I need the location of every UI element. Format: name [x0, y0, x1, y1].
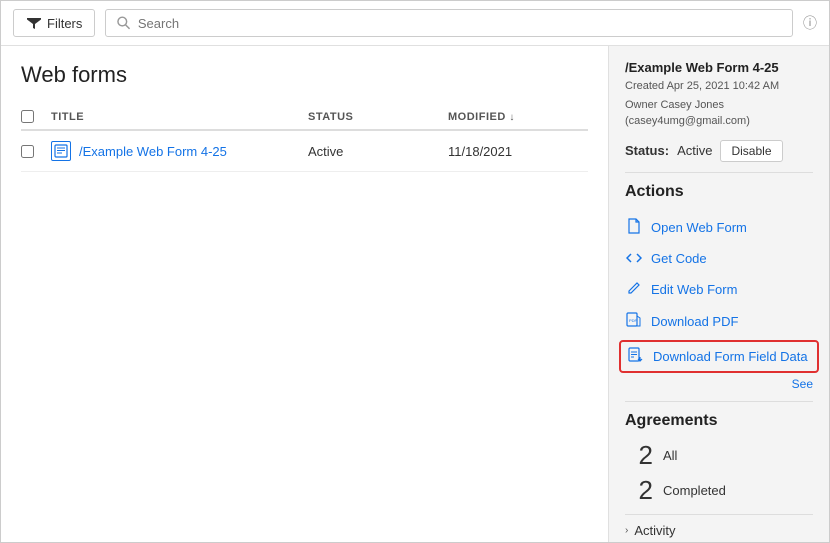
search-icon — [116, 15, 131, 31]
agreement-completed-label: Completed — [663, 483, 726, 498]
action-download-form-field-data-label: Download Form Field Data — [653, 349, 808, 364]
filter-icon — [26, 15, 42, 31]
actions-title: Actions — [625, 183, 813, 201]
code-icon — [625, 251, 643, 267]
activity-label: Activity — [634, 523, 675, 538]
agreement-all-count: 2 — [625, 440, 653, 471]
action-get-code-label: Get Code — [651, 251, 707, 266]
search-container — [105, 9, 793, 37]
status-value: Active — [677, 143, 712, 158]
search-input[interactable] — [138, 16, 782, 31]
pdf-icon: PDF — [625, 312, 643, 331]
select-all-checkbox[interactable] — [21, 110, 34, 123]
left-panel: Web forms TITLE STATUS MODIFIED ↓ — [1, 46, 609, 542]
status-row: Status: Active Disable — [625, 140, 813, 162]
action-edit-web-form[interactable]: Edit Web Form — [625, 274, 813, 305]
form-icon — [51, 141, 71, 161]
row-checkbox-col — [21, 145, 51, 158]
action-open-web-form[interactable]: Open Web Form — [625, 211, 813, 244]
info-icon[interactable]: ⓘ — [803, 13, 817, 33]
pencil-icon — [625, 281, 643, 298]
action-get-code[interactable]: Get Code — [625, 244, 813, 274]
action-edit-web-form-label: Edit Web Form — [651, 282, 737, 297]
divider-1 — [625, 172, 813, 173]
action-download-form-field-data[interactable]: Download Form Field Data — [619, 340, 819, 373]
table-row[interactable]: /Example Web Form 4-25 Active 11/18/2021 — [21, 131, 588, 172]
page-title: Web forms — [21, 62, 588, 88]
agreement-all-row: 2 All — [625, 440, 813, 471]
action-download-pdf-label: Download PDF — [651, 314, 738, 329]
table-header: TITLE STATUS MODIFIED ↓ — [21, 104, 588, 131]
agreement-completed-row: 2 Completed — [625, 475, 813, 506]
main-content: Web forms TITLE STATUS MODIFIED ↓ — [1, 46, 829, 542]
header-status-col: STATUS — [308, 111, 448, 123]
header-checkbox-col — [21, 110, 51, 123]
row-title: /Example Web Form 4-25 — [79, 144, 227, 159]
data-icon — [627, 347, 645, 366]
status-label: Status: — [625, 143, 669, 158]
doc-icon — [625, 218, 643, 237]
see-more-link[interactable]: See — [625, 377, 813, 391]
panel-owner: Owner Casey Jones (casey4umg@gmail.com) — [625, 97, 813, 130]
row-checkbox[interactable] — [21, 145, 34, 158]
header-modified-col: MODIFIED ↓ — [448, 111, 588, 123]
header-title-col: TITLE — [51, 111, 308, 123]
panel-created: Created Apr 25, 2021 10:42 AM — [625, 78, 813, 95]
agreements-section: Agreements 2 All 2 Completed — [625, 412, 813, 506]
disable-button[interactable]: Disable — [720, 140, 782, 162]
action-open-web-form-label: Open Web Form — [651, 220, 747, 235]
row-status: Active — [308, 144, 448, 159]
action-download-pdf[interactable]: PDF Download PDF — [625, 305, 813, 338]
agreement-completed-count: 2 — [625, 475, 653, 506]
sort-icon: ↓ — [509, 112, 515, 123]
svg-text:PDF: PDF — [629, 318, 638, 323]
toolbar: Filters ⓘ — [1, 1, 829, 46]
agreements-grid: 2 All 2 Completed — [625, 440, 813, 506]
filter-button[interactable]: Filters — [13, 9, 95, 37]
filter-label: Filters — [47, 16, 82, 31]
chevron-right-icon: › — [625, 525, 628, 536]
row-title-col: /Example Web Form 4-25 — [51, 141, 308, 161]
row-modified: 11/18/2021 — [448, 144, 588, 159]
agreement-all-label: All — [663, 448, 677, 463]
panel-form-name: /Example Web Form 4-25 — [625, 60, 813, 75]
right-panel: /Example Web Form 4-25 Created Apr 25, 2… — [609, 46, 829, 542]
agreements-title: Agreements — [625, 412, 813, 430]
divider-2 — [625, 401, 813, 402]
activity-row[interactable]: › Activity — [625, 514, 813, 543]
